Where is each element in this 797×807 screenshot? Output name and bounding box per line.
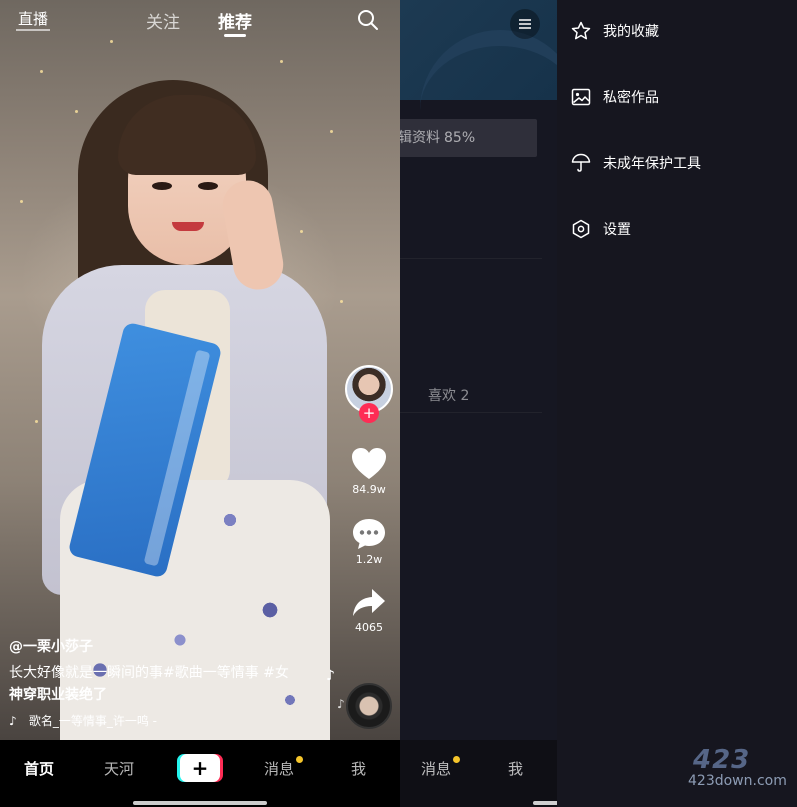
drawer-item-private-works[interactable]: 私密作品 (571, 82, 791, 112)
profile-bottom-nav: 消息 我 (400, 740, 557, 807)
home-indicator (133, 801, 267, 805)
watermark-text: 423down.com (688, 773, 787, 789)
profile-banner (400, 0, 580, 100)
floating-note-icon-small: ♪ (337, 697, 345, 711)
profile-screen: 辑资料 85% 喜欢 2 消息 我 我的收藏 私密作品 未成年保护工具 设置 (400, 0, 797, 807)
messages-badge (453, 756, 460, 763)
private-image-icon (571, 88, 591, 106)
music-disc[interactable] (346, 683, 392, 729)
bottom-nav: 首页 天河 + 消息 我 (0, 740, 400, 807)
divider (400, 412, 542, 413)
nav-home[interactable]: 首页 (24, 758, 54, 779)
drawer-item-label: 我的收藏 (603, 24, 659, 40)
umbrella-icon (571, 153, 591, 172)
side-drawer: 我的收藏 私密作品 未成年保护工具 设置 (557, 0, 797, 807)
nav-me[interactable]: 我 (508, 758, 523, 779)
video-caption: @一栗小莎子 长大好像就是一瞬间的事#歌曲一等情事 #女 神穿职业装绝了 (9, 636, 329, 706)
nav-messages[interactable]: 消息 (421, 758, 451, 779)
nav-discover[interactable]: 天河 (104, 758, 134, 779)
edit-profile-button[interactable]: 辑资料 85% (400, 119, 537, 157)
plus-icon: + (191, 756, 209, 780)
heart-icon (352, 448, 386, 479)
description-line-2: 神穿职业装绝了 (9, 687, 107, 703)
edit-profile-progress: 85% (444, 130, 476, 146)
follow-button[interactable]: + (359, 403, 379, 423)
music-ticker[interactable]: ♪ 歌名_一等情事_许一鸣 - (9, 712, 157, 729)
nav-me[interactable]: 我 (351, 758, 366, 779)
edit-profile-label: 辑资料 (400, 130, 440, 146)
tab-following[interactable]: 关注 (146, 8, 180, 33)
author-name[interactable]: @一栗小莎子 (9, 636, 329, 656)
create-button[interactable]: + (180, 754, 220, 782)
share-button[interactable]: 4065 (340, 587, 398, 634)
video-feed-screen: 直播 关注 推荐 + 84.9w 1.2w 4065 @一栗小莎子 长大好像就是… (0, 0, 400, 807)
active-tab-indicator (224, 34, 246, 37)
feed-top-bar: 直播 关注 推荐 (0, 0, 400, 44)
comment-button[interactable]: 1.2w (340, 517, 398, 566)
floating-note-icon: ♪ (326, 668, 335, 684)
like-count: 84.9w (352, 483, 386, 496)
comment-icon (353, 519, 385, 549)
settings-hex-icon (572, 219, 590, 239)
tab-recommended[interactable]: 推荐 (218, 8, 252, 33)
tiktok-note-icon: ♪ (9, 714, 17, 728)
video-description: 长大好像就是一瞬间的事#歌曲一等情事 #女 神穿职业装绝了 (9, 662, 329, 706)
description-line-1: 长大好像就是一瞬间的事#歌曲一等情事 #女 (9, 665, 289, 681)
star-icon (571, 21, 591, 40)
watermark-logo: 423 (693, 745, 751, 775)
divider (400, 258, 542, 259)
drawer-item-label: 未成年保护工具 (603, 156, 701, 172)
music-title: 歌名_一等情事_许一鸣 - (28, 714, 157, 728)
live-button[interactable]: 直播 (15, 8, 51, 31)
share-arrow-icon (353, 589, 385, 616)
share-count: 4065 (355, 621, 383, 634)
menu-icon[interactable] (510, 9, 540, 39)
tab-likes[interactable]: 喜欢 2 (428, 385, 469, 405)
nav-messages[interactable]: 消息 (264, 758, 294, 779)
messages-badge (296, 756, 303, 763)
like-button[interactable]: 84.9w (340, 447, 398, 496)
search-icon[interactable] (356, 8, 382, 34)
site-watermark: 423 423down.com (688, 745, 788, 795)
drawer-item-favorites[interactable]: 我的收藏 (571, 16, 791, 46)
comment-count: 1.2w (355, 553, 383, 566)
drawer-item-label: 设置 (603, 222, 631, 238)
drawer-item-minor-protection[interactable]: 未成年保护工具 (571, 148, 791, 178)
drawer-item-settings[interactable]: 设置 (571, 214, 791, 244)
drawer-item-label: 私密作品 (603, 90, 659, 106)
